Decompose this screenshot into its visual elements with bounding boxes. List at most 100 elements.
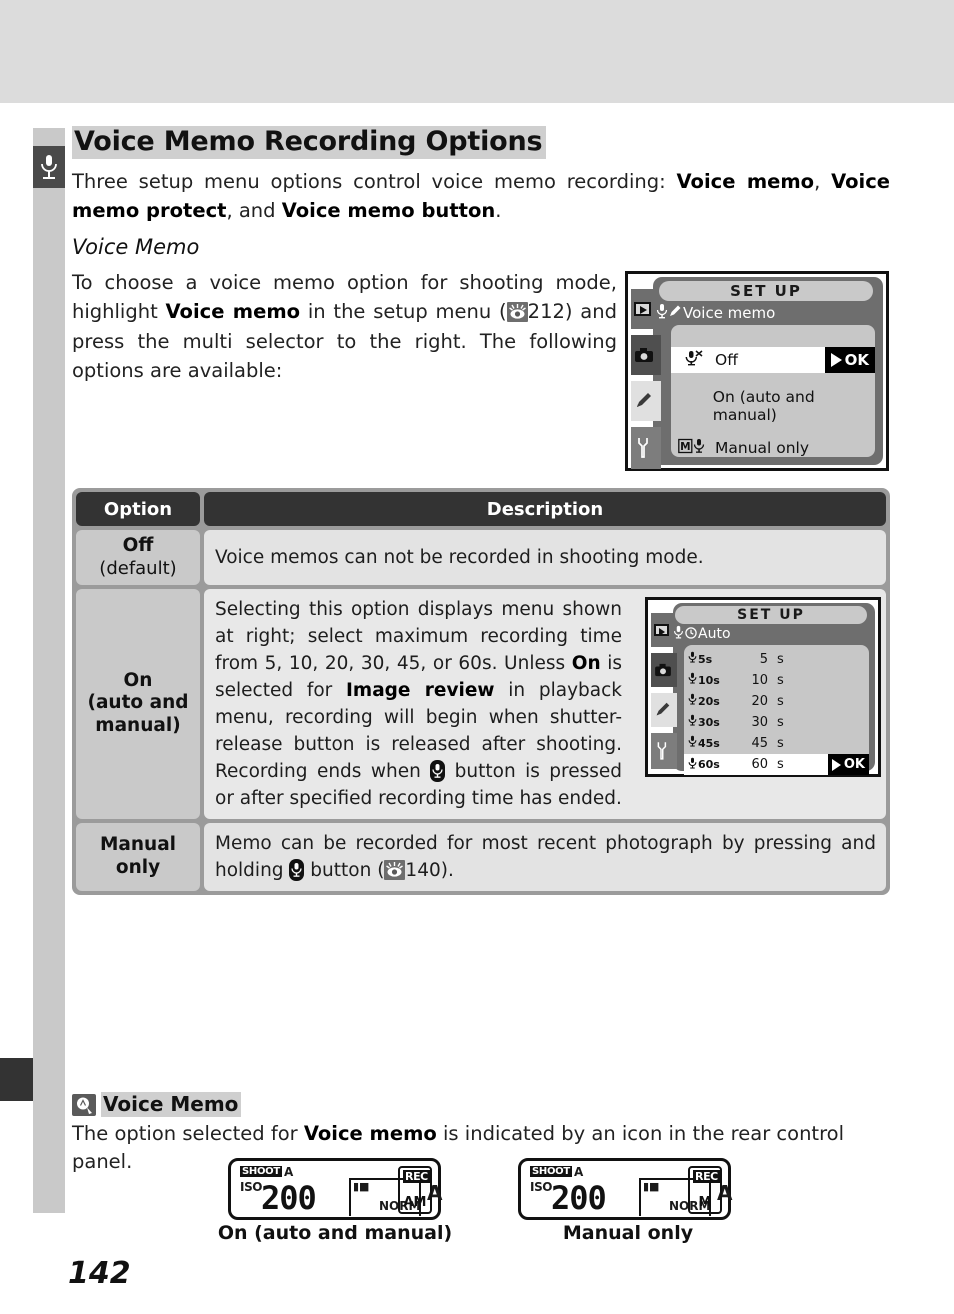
cp-rec-indicator: REC M (688, 1166, 722, 1214)
lcd-menu-title: SET UP (659, 281, 873, 301)
option-manual-line2: only (115, 856, 161, 878)
lcd-auto-row-20s[interactable]: 20s 20 s (684, 691, 869, 711)
mic-icon (688, 651, 697, 667)
lcd-auto-options: 5s 5 s 10s 10 s 20s 20 s 30s 30 s 45s 45… (684, 645, 869, 775)
lcd-auto-row-10s[interactable]: 10s 10 s (684, 670, 869, 690)
table-row: Manual only Memo can be recorded for mos… (76, 822, 886, 891)
table-header-option: Option (76, 492, 200, 526)
clock-icon (685, 626, 697, 643)
desc-on-bold-image-review: Image review (346, 679, 495, 701)
chapter-edge-marker (0, 1058, 33, 1101)
option-off-sub: (default) (99, 557, 177, 579)
lcd-auto-icon-label-60s: 60s (698, 758, 720, 771)
mic-icon (673, 625, 684, 643)
reference-eye-icon (506, 302, 528, 323)
cp-iso-value: 200 (261, 1179, 317, 1217)
option-off-main: Off (122, 535, 154, 556)
lcd-ok-label: OK (844, 351, 869, 369)
intro2-bold-voice-memo: Voice memo (165, 300, 301, 324)
mic-icon (656, 303, 668, 323)
m-mic-icon: M (671, 438, 715, 458)
rail-icon-camera[interactable] (631, 335, 661, 375)
lcd-auto-row-45s[interactable]: 45s 45 s (684, 733, 869, 753)
intro-lead: Three setup menu options control voice m… (72, 170, 677, 193)
desc-on-unit: s. Unless (481, 652, 572, 674)
desc-manual-ref-page: 140 (405, 859, 441, 881)
lcd-option-manual-only[interactable]: M Manual only (671, 435, 875, 461)
lcd-auto-unit-10s: s (777, 672, 784, 688)
rail-icon-pencil[interactable] (651, 693, 677, 727)
table-cell-option-manual: Manual only (76, 822, 200, 891)
rail-icon-wrench[interactable] (631, 427, 661, 469)
lcd-option-off[interactable]: Off OK (671, 347, 875, 373)
desc-on-bold-on: On (571, 652, 601, 674)
lcd-auto-icon-label-45s: 45s (698, 736, 720, 750)
cp-rec-label: REC (693, 1170, 720, 1183)
triangle-right-icon (831, 758, 841, 771)
rail-icon-pencil[interactable] (631, 381, 661, 421)
reference-eye-icon (384, 859, 406, 880)
lcd-option-on-auto-manual[interactable]: On (auto and manual) (671, 388, 875, 424)
page-title: Voice Memo Recording Options (72, 126, 547, 160)
lcd-menu-options: Off OK On (auto and manual) M Manual onl… (671, 325, 875, 457)
table-cell-desc-manual: Memo can be recorded for most recent pho… (204, 822, 886, 891)
triangle-right-icon (830, 353, 842, 367)
table-header-description: Description (204, 492, 886, 526)
lcd-auto-value-60s: 60 (751, 757, 768, 772)
control-panel-manual-only: SHOOT A ISO 200 ▮■ NORM A REC M (518, 1158, 732, 1220)
table-header-row: Option Description (76, 492, 886, 526)
cp-iso-value: 200 (551, 1179, 607, 1217)
cp-rec-indicator: REC AM (398, 1166, 432, 1214)
table-cell-option-on: On (auto and manual) (76, 588, 200, 819)
lcd-option-manual-label: Manual only (715, 439, 810, 457)
cp-shoot-label: SHOOT (530, 1166, 572, 1177)
rail-icon-camera[interactable] (651, 653, 677, 687)
lcd-voice-memo-menu: SET UP Voice memo Off OK On (auto and ma… (625, 271, 889, 471)
mic-button-icon (289, 858, 305, 881)
lcd-auto-unit-5s: s (777, 651, 784, 667)
lcd-auto-icon-label-20s: 20s (698, 694, 720, 708)
lcd-auto-icon-label-5s: 5s (698, 652, 713, 666)
lcd-menu-subtitle: Voice memo (656, 303, 775, 323)
rail-icon-wrench[interactable] (651, 733, 677, 769)
intro2-part2: in the setup menu ( (300, 300, 507, 324)
lcd-auto-row-5s[interactable]: 5s 5 s (684, 649, 869, 669)
lcd-auto-row-60s[interactable]: 60s 60 s OK (684, 754, 869, 775)
cp-flag-icon: ▮■ (353, 1180, 370, 1193)
intro-paragraph-2: To choose a voice memo option for shooti… (72, 268, 617, 385)
option-manual-line1: Manual (99, 833, 177, 855)
option-on-line3: manual) (95, 714, 181, 736)
lcd-auto-row-30s[interactable]: 30s 30 s (684, 712, 869, 732)
page-number: 142 (68, 1256, 131, 1291)
mic-icon (688, 735, 697, 751)
control-panel-caption-2: Manual only (562, 1222, 694, 1244)
lcd-auto-unit-60s: s (777, 757, 784, 772)
lcd-auto-icon-label-10s: 10s (698, 673, 720, 687)
cp-iso-label: ISO (240, 1180, 263, 1194)
lcd-ok-label: OK (843, 757, 865, 772)
note-body-bold: Voice memo (303, 1122, 437, 1145)
intro2-ref-page: 212 (527, 300, 565, 324)
lcd-auto-recording-time-menu: SET UP Auto 5s 5 s 10s 10 s 20s 20 s 30s… (645, 597, 881, 777)
intro-sep2: , and (226, 198, 282, 222)
mic-button-icon (430, 759, 446, 782)
cp-shoot-mode: A (574, 1165, 584, 1179)
lcd-auto-value-20s: 20 (751, 693, 768, 709)
cp-rec-mode: AM (403, 1195, 427, 1210)
option-on-line1: On (123, 669, 153, 691)
intro-bold-voice-memo-button: Voice memo button (281, 198, 496, 222)
lcd-ok-button[interactable]: OK (827, 754, 869, 775)
lcd-auto-value-30s: 30 (751, 714, 768, 730)
lcd-auto-value-45s: 45 (751, 735, 768, 751)
table-cell-desc-off: Voice memos can not be recorded in shoot… (204, 530, 886, 585)
pencil-icon (669, 304, 682, 322)
cp-shoot-mode: A (284, 1165, 294, 1179)
note-body-p1: The option selected for (72, 1122, 304, 1145)
lcd-menu-subtitle-text: Auto (698, 626, 731, 642)
desc-manual-p2: button ( (304, 859, 385, 881)
lcd-menu-subtitle-text: Voice memo (683, 304, 776, 322)
lcd-option-off-label: Off (715, 351, 738, 369)
cp-rec-label: REC (403, 1170, 430, 1183)
cp-flag-icon: ▮■ (643, 1180, 660, 1193)
lcd-ok-button[interactable]: OK (824, 347, 875, 373)
